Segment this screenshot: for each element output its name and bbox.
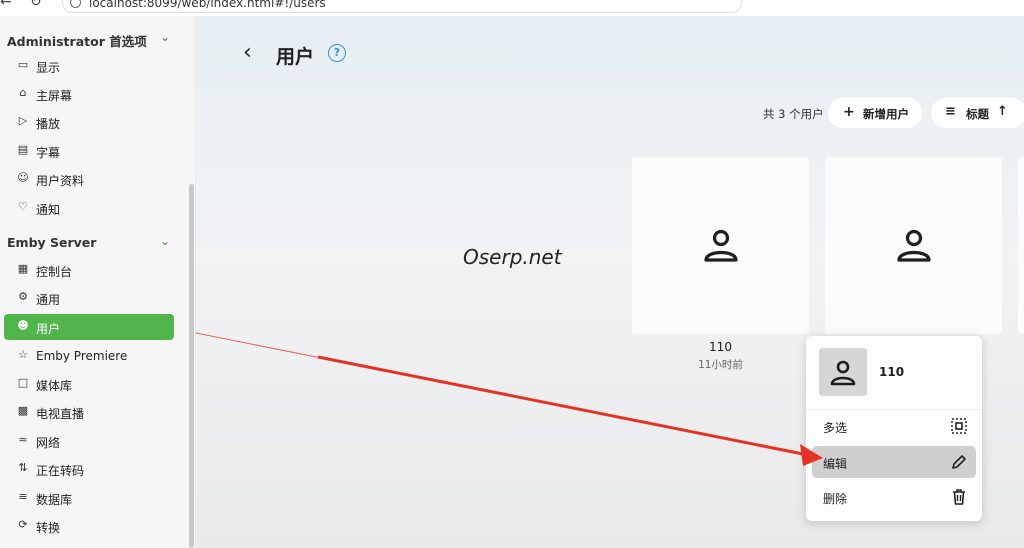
sidebar-item-label: 控制台 (36, 265, 73, 279)
sidebar-item-transcoding[interactable]: ⇅ 正在转码 (4, 456, 174, 482)
sidebar-item-general[interactable]: ⚙ 通用 (4, 285, 174, 311)
context-menu: 110 多选 编辑 删除 (806, 336, 982, 521)
sort-lines-icon: ≡ (945, 104, 956, 119)
sort-button[interactable]: ≡ 标题 ↑ (931, 98, 1024, 128)
sidebar-item-network[interactable]: ≈ 网络 (4, 428, 174, 454)
user-count: 共 3 个用户 (763, 107, 824, 121)
page-title: 用户 (276, 46, 315, 68)
user-card-name[interactable]: 110 (632, 340, 809, 354)
sidebar-item-label: 主屏幕 (36, 89, 73, 103)
sidebar-item-database[interactable]: ≡ 数据库 (4, 485, 174, 511)
sidebar-item-label: 转换 (36, 521, 61, 535)
menu-item-label: 多选 (823, 421, 848, 435)
sidebar-item-display[interactable]: ▭ 显示 (4, 53, 174, 79)
sidebar-item-subtitles[interactable]: ▤ 字幕 (4, 138, 174, 164)
users-icon: ☻ (17, 319, 29, 332)
site-info-icon[interactable] (70, 0, 81, 8)
user-card[interactable] (825, 157, 1002, 334)
sidebar-item-home[interactable]: ⌂ 主屏幕 (4, 81, 174, 107)
sidebar-item-label: 媒体库 (36, 379, 73, 393)
user-icon (830, 360, 856, 386)
wifi-icon: ≈ (18, 433, 28, 446)
multi-select-icon (951, 418, 967, 434)
sidebar-item-label: 通用 (36, 293, 61, 307)
chevron-down-icon[interactable]: ⌄ (160, 234, 170, 248)
sort-label: 标题 (966, 107, 989, 121)
sidebar-item-convert[interactable]: ⟳ 转换 (4, 513, 174, 539)
url-text: localhost:8099/web/index.html#!/users (89, 0, 326, 10)
sidebar-item-playback[interactable]: ▷ 播放 (4, 109, 174, 135)
folder-icon: □ (17, 376, 29, 389)
transcode-icon: ⇅ (18, 461, 28, 474)
sidebar-item-label: 电视直播 (36, 407, 85, 421)
sidebar-item-label: 通知 (36, 203, 61, 217)
sidebar-item-users[interactable]: ☻ 用户 (4, 314, 174, 340)
dashboard-icon: ▦ (17, 262, 29, 275)
subtitles-icon: ▤ (17, 143, 29, 156)
arrow-up-icon: ↑ (997, 104, 1008, 119)
watermark-text: Oserp.net (463, 245, 562, 269)
sidebar-item-label: 播放 (36, 117, 61, 131)
avatar (819, 348, 867, 396)
url-field[interactable]: localhost:8099/web/index.html#!/users (62, 0, 742, 13)
user-card[interactable] (632, 157, 809, 334)
sidebar-item-dashboard[interactable]: ▦ 控制台 (4, 257, 174, 283)
monitor-icon: ▭ (17, 58, 29, 71)
menu-item-multi-select[interactable]: 多选 (812, 410, 976, 442)
sidebar-item-label: 显示 (36, 61, 61, 75)
gear-icon: ⚙ (18, 290, 28, 303)
main-content: ‹ 用户 ? 共 3 个用户 + 新增用户 ≡ 标题 ↑ Oserp.net 1… (197, 16, 1024, 548)
user-profile-icon: ☺ (17, 171, 29, 184)
sidebar-item-label: Emby Premiere (36, 349, 128, 363)
home-icon: ⌂ (19, 86, 27, 99)
menu-item-label: 编辑 (823, 457, 848, 471)
user-icon (704, 229, 738, 262)
sidebar-item-label: 用户 (36, 322, 61, 336)
sidebar-item-notifications[interactable]: ♡ 通知 (4, 195, 174, 221)
sidebar-scrollbar[interactable] (189, 184, 194, 548)
chevron-down-icon[interactable]: ⌄ (160, 30, 170, 44)
trash-icon (953, 489, 965, 505)
sidebar-item-live-tv[interactable]: ▩ 电视直播 (4, 399, 174, 425)
add-user-label: 新增用户 (863, 107, 909, 121)
browser-reload-icon[interactable]: ↻ (30, 0, 42, 10)
sidebar-item-emby-premiere[interactable]: ☆ Emby Premiere (4, 343, 174, 369)
sidebar-item-label: 字幕 (36, 146, 61, 160)
browser-address-bar: ← ↻ localhost:8099/web/index.html#!/user… (0, 0, 1024, 16)
back-arrow-icon[interactable]: ‹ (243, 40, 252, 65)
sidebar-item-label: 网络 (36, 436, 61, 450)
help-circle-icon[interactable]: ? (328, 44, 346, 62)
sidebar-item-label: 用户资料 (36, 174, 85, 188)
sidebar-item-library[interactable]: □ 媒体库 (4, 371, 174, 397)
menu-item-edit[interactable]: 编辑 (812, 446, 976, 478)
section-header-preferences[interactable]: Administrator 首选项 (7, 31, 147, 50)
menu-item-delete[interactable]: 删除 (812, 481, 976, 513)
tv-icon: ▩ (17, 404, 29, 417)
convert-icon: ⟳ (18, 518, 28, 531)
user-card[interactable] (1018, 157, 1024, 334)
bell-icon: ♡ (18, 200, 28, 213)
context-menu-user-name: 110 (879, 365, 905, 379)
sidebar-item-user-profile[interactable]: ☺ 用户资料 (4, 166, 174, 192)
sidebar-item-label: 正在转码 (36, 464, 85, 478)
user-card-last-seen: 11小时前 (698, 359, 743, 371)
play-circle-icon: ▷ (18, 114, 28, 127)
menu-item-label: 删除 (823, 492, 848, 506)
browser-back-icon[interactable]: ← (0, 0, 12, 10)
database-icon: ≡ (18, 490, 28, 503)
star-icon: ☆ (18, 348, 28, 361)
user-icon (897, 229, 931, 262)
sidebar-item-label: 数据库 (36, 493, 73, 507)
pencil-icon (952, 455, 966, 469)
add-user-button[interactable]: + 新增用户 (828, 98, 922, 128)
plus-icon: + (843, 104, 855, 120)
sidebar: Administrator 首选项 ⌄ ▭ 显示 ⌂ 主屏幕 ▷ 播放 ▤ 字幕… (0, 16, 196, 548)
section-header-emby-server[interactable]: Emby Server (7, 235, 96, 250)
